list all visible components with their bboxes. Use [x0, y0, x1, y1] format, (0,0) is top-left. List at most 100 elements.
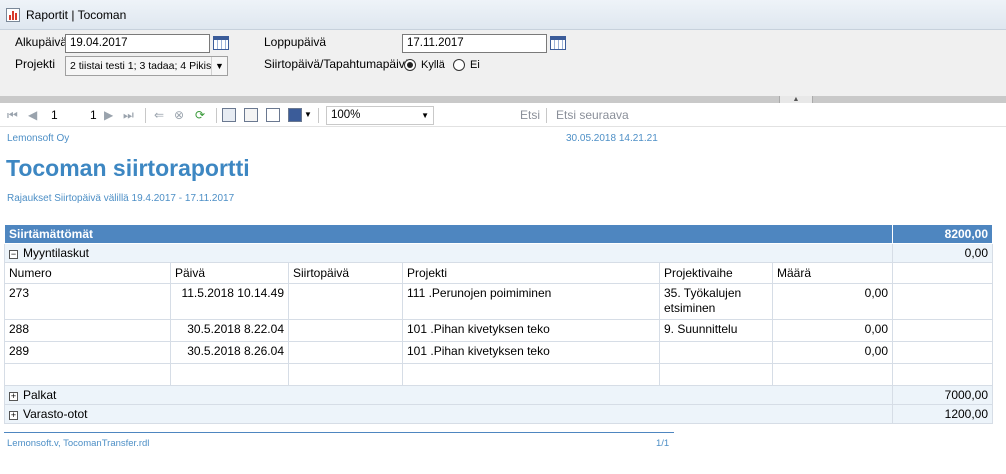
column-header: Projekti [402, 262, 660, 284]
cell-vaihe: 35. Työkalujen etsiminen [659, 283, 773, 320]
cell-numero: 288 [4, 319, 171, 342]
report-title: Tocoman siirtoraportti [6, 155, 250, 181]
cell-maara: 0,00 [771, 319, 894, 342]
group-label: Myyntilaskut [23, 246, 90, 260]
collapse-icon[interactable]: − [9, 250, 18, 259]
toolbar-separator [145, 108, 146, 123]
table-row: 273 11.5.2018 10.14.49 111 .Perunojen po… [4, 283, 994, 320]
end-date-field[interactable]: 17.11.2017 [402, 34, 547, 53]
refresh-icon[interactable]: ⟳ [195, 107, 205, 123]
footer-source: Lemonsoft.v, TocomanTransfer.rdl [7, 438, 150, 449]
window-title: Raportit | Tocoman [26, 7, 127, 22]
print-date: 30.05.2018 14.21.21 [566, 133, 658, 144]
date-mode-yes-label: Kyllä [421, 59, 445, 71]
page-setup-icon[interactable] [266, 108, 280, 122]
export-icon[interactable] [288, 108, 302, 122]
expand-icon[interactable]: + [9, 392, 18, 401]
summary-row: Siirtämättömät 8200,00 [3, 224, 994, 244]
table-row-empty [4, 363, 994, 386]
footer-divider [4, 432, 674, 433]
date-mode-label: Siirtopäivä/Tapahtumapäivä [264, 57, 412, 71]
find-next-link[interactable]: Etsi seuraava [556, 107, 629, 123]
cell-numero: 273 [4, 283, 171, 320]
start-date-calendar-icon[interactable] [213, 36, 229, 50]
collapse-grip-icon[interactable]: ▲ [779, 96, 813, 103]
column-header: Määrä [771, 262, 894, 284]
cell-projekti: 111 .Perunojen poimiminen [402, 283, 660, 320]
parameter-panel: Alkupäivä 19.04.2017 Loppupäivä 17.11.20… [0, 30, 1006, 96]
total-pages: 1 [90, 108, 97, 122]
report-app-icon [6, 7, 20, 22]
cell-siirto [288, 283, 403, 320]
column-header: Numero [4, 262, 171, 284]
table-row: 289 30.5.2018 8.26.04 101 .Pihan kivetyk… [4, 341, 994, 364]
cell-projekti: 101 .Pihan kivetyksen teko [402, 341, 660, 364]
transfer-table: Siirtämättömät 8200,00 − Myyntilaskut 0,0… [3, 224, 994, 424]
project-label: Projekti [15, 57, 56, 71]
previous-page-icon[interactable]: ◀ [28, 107, 37, 123]
date-mode-no-label: Ei [470, 59, 480, 71]
column-header: Projektivaihe [659, 262, 773, 284]
project-select-value: 2 tiistai testi 1; 3 tadaa; 4 Pikisa [70, 60, 218, 72]
chevron-down-icon: ▼ [211, 57, 227, 75]
last-page-icon[interactable]: ⏭ [123, 107, 134, 123]
cell-maara: 0,00 [771, 341, 894, 364]
cell-vaihe: 9. Suunnittelu [659, 319, 773, 342]
cell-projekti: 101 .Pihan kivetyksen teko [402, 319, 660, 342]
group-total: 7000,00 [892, 385, 994, 405]
find-input[interactable] [440, 106, 512, 125]
cell-paiva: 30.5.2018 8.26.04 [170, 341, 289, 364]
start-date-field[interactable]: 19.04.2017 [65, 34, 210, 53]
stop-icon[interactable]: ⊗ [174, 107, 184, 123]
column-header: Päivä [170, 262, 289, 284]
end-date-calendar-icon[interactable] [550, 36, 566, 50]
start-date-label: Alkupäivä [15, 35, 68, 49]
toolbar-separator [546, 108, 547, 123]
table-row: 288 30.5.2018 8.22.04 101 .Pihan kivetyk… [4, 319, 994, 342]
group-total: 1200,00 [892, 404, 994, 424]
print-icon[interactable] [222, 108, 236, 122]
group-row-sales[interactable]: − Myyntilaskut 0,00 [3, 243, 994, 263]
first-page-icon[interactable]: ⏮ [7, 107, 18, 123]
panel-splitter[interactable]: ▲ [0, 96, 1006, 103]
find-link[interactable]: Etsi [520, 107, 540, 123]
toolbar-separator [318, 108, 319, 123]
group-row-wages[interactable]: + Palkat 7000,00 [3, 385, 994, 405]
zoom-select[interactable]: 100% ▼ [326, 106, 434, 125]
group-row-stock[interactable]: + Varasto-otot 1200,00 [3, 404, 994, 424]
report-viewer: Lemonsoft Oy 30.05.2018 14.21.21 Tocoman… [0, 127, 1006, 474]
column-header: Siirtopäivä [288, 262, 403, 284]
export-dropdown-icon[interactable]: ▼ [304, 107, 312, 123]
group-total: 0,00 [892, 243, 994, 263]
expand-icon[interactable]: + [9, 411, 18, 420]
window-titlebar: Raportit | Tocoman [0, 0, 1006, 30]
zoom-value: 100% [331, 109, 361, 121]
company-name: Lemonsoft Oy [7, 133, 70, 144]
column-header-row: Numero Päivä Siirtopäivä Projekti Projek… [4, 262, 994, 284]
cell-siirto [288, 319, 403, 342]
report-toolbar: ⏮ ◀ 1 1 ▶ ⏭ ⇐ ⊗ ⟳ ▼ 100% ▼ Etsi Etsi seu… [0, 103, 1006, 127]
chevron-down-icon: ▼ [421, 111, 429, 120]
report-subtitle: Rajaukset Siirtopäivä välillä 19.4.2017 … [7, 193, 235, 204]
cell-paiva: 30.5.2018 8.22.04 [170, 319, 289, 342]
date-mode-yes-radio[interactable] [404, 59, 416, 71]
end-date-label: Loppupäivä [264, 35, 327, 49]
project-select[interactable]: 2 tiistai testi 1; 3 tadaa; 4 Pikisa ▼ [65, 56, 228, 76]
next-page-icon[interactable]: ▶ [104, 107, 113, 123]
column-header-empty [892, 262, 994, 284]
cell-vaihe [659, 341, 773, 364]
cell-numero: 289 [4, 341, 171, 364]
back-icon[interactable]: ⇐ [154, 107, 164, 123]
cell-maara: 0,00 [771, 283, 894, 320]
current-page-input[interactable]: 1 [51, 107, 58, 123]
toolbar-separator [216, 108, 217, 123]
cell-siirto [288, 341, 403, 364]
summary-total: 8200,00 [892, 224, 994, 244]
footer-page-count: 1/1 [656, 438, 670, 449]
group-label: Varasto-otot [23, 407, 88, 421]
summary-label: Siirtämättömät [3, 224, 894, 244]
cell-paiva: 11.5.2018 10.14.49 [170, 283, 289, 320]
group-label: Palkat [23, 388, 57, 402]
date-mode-no-radio[interactable] [453, 59, 465, 71]
print-layout-icon[interactable] [244, 108, 258, 122]
